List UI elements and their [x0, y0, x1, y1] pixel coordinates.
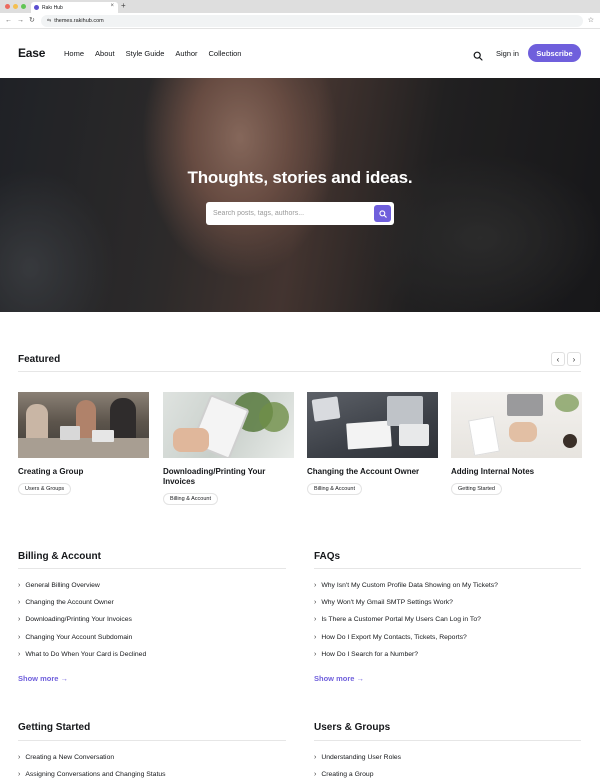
card-tag[interactable]: Users & Groups — [18, 483, 72, 495]
browser-tab[interactable]: Rakı Hub × — [31, 2, 118, 13]
featured-card[interactable]: Adding Internal Notes Getting Started — [451, 392, 582, 495]
users-groups-article-list: › Understanding User Roles › Creating a Gr… — [314, 754, 401, 780]
card-tag[interactable]: Billing & Account — [307, 483, 362, 495]
card-image[interactable] — [307, 392, 438, 458]
back-arrow-icon[interactable]: ← — [5, 16, 12, 26]
hero-section — [0, 78, 600, 312]
list-item[interactable]: › Changing Your Account Subdomain — [18, 634, 146, 651]
faqs-show-more-link[interactable]: Show more → — [314, 674, 364, 683]
chevron-right-icon: › — [314, 599, 317, 607]
address-bar[interactable]: ⇆ themes.rakihub.com — [41, 15, 583, 27]
nav-author[interactable]: Author — [175, 49, 197, 58]
card-image[interactable] — [163, 392, 294, 458]
hero-search-button[interactable] — [374, 205, 391, 222]
featured-divider — [18, 371, 581, 372]
list-item[interactable]: › What to Do When Your Card is Declined — [18, 651, 146, 668]
card-image[interactable] — [18, 392, 149, 458]
hero-background-image — [0, 78, 600, 312]
list-item[interactable]: › Assigning Conversations and Changing St… — [18, 771, 166, 780]
billing-divider — [18, 568, 286, 569]
list-item[interactable]: › Understanding User Roles — [314, 754, 401, 771]
card-title[interactable]: Creating a Group — [18, 467, 149, 477]
faqs-section-heading[interactable]: FAQs — [314, 551, 340, 562]
featured-card[interactable]: Changing the Account Owner Billing & Acc… — [307, 392, 438, 495]
window-controls — [5, 4, 26, 9]
list-item[interactable]: › Why Won't My Gmail SMTP Settings Work? — [314, 599, 498, 616]
new-tab-button[interactable]: + — [121, 1, 126, 11]
chevron-right-icon: › — [314, 633, 317, 641]
reload-icon[interactable]: ↻ — [29, 16, 35, 26]
maximize-window-button[interactable] — [21, 4, 26, 9]
faqs-divider — [314, 568, 581, 569]
chevron-right-icon: › — [314, 650, 317, 658]
chevron-right-icon: › — [18, 633, 21, 641]
featured-heading: Featured — [18, 354, 61, 365]
list-item[interactable]: › Creating a Group — [314, 771, 401, 780]
close-tab-icon[interactable]: × — [110, 3, 114, 9]
site-info-icon[interactable]: ⇆ — [47, 18, 51, 24]
main-nav: Home About Style Guide Author Collection — [64, 49, 241, 58]
chevron-right-icon: › — [18, 771, 21, 779]
search-icon — [378, 209, 387, 218]
site-favicon-icon — [34, 5, 39, 10]
chevron-right-icon: › — [314, 771, 317, 779]
featured-next-button[interactable]: › — [567, 352, 581, 366]
nav-about[interactable]: About — [95, 49, 115, 58]
sign-in-link[interactable]: Sign in — [496, 49, 519, 58]
getting-started-article-list: › Creating a New Conversation › Assigning … — [18, 754, 166, 780]
list-item[interactable]: › General Billing Overview — [18, 582, 146, 599]
url-text: themes.rakihub.com — [54, 18, 104, 24]
bookmark-star-icon[interactable]: ☆ — [588, 16, 594, 26]
forward-arrow-icon[interactable]: → — [17, 16, 24, 26]
chevron-right-icon: › — [314, 582, 317, 589]
chevron-right-icon: › — [18, 582, 21, 589]
site-logo[interactable]: Ease — [18, 46, 45, 60]
billing-show-more-link[interactable]: Show more → — [18, 674, 68, 683]
hero-search-box — [206, 202, 394, 225]
card-title[interactable]: Adding Internal Notes — [451, 467, 582, 477]
minimize-window-button[interactable] — [13, 4, 18, 9]
chevron-right-icon: › — [314, 754, 317, 761]
card-tag[interactable]: Getting Started — [451, 483, 502, 495]
list-item[interactable]: › Is There a Customer Portal My Users Can… — [314, 616, 498, 633]
users-groups-divider — [314, 740, 581, 741]
list-item[interactable]: › How Do I Export My Contacts, Tickets, R… — [314, 634, 498, 651]
card-image[interactable] — [451, 392, 582, 458]
users-groups-section-heading[interactable]: Users & Groups — [314, 722, 390, 733]
list-item[interactable]: › Why Isn't My Custom Profile Data Showin… — [314, 582, 498, 599]
getting-started-section-heading[interactable]: Getting Started — [18, 722, 90, 733]
browser-tab-bar: Rakı Hub × + — [0, 0, 600, 13]
card-tag[interactable]: Billing & Account — [163, 493, 218, 505]
browser-toolbar: ← → ↻ ⇆ themes.rakihub.com ☆ — [0, 13, 600, 29]
site-header: Ease Home About Style Guide Author Colle… — [0, 29, 600, 78]
chevron-right-icon: › — [18, 650, 21, 658]
subscribe-button[interactable]: Subscribe — [528, 44, 581, 62]
nav-collection[interactable]: Collection — [209, 49, 242, 58]
card-title[interactable]: Changing the Account Owner — [307, 467, 438, 477]
chevron-right-icon: › — [314, 616, 317, 624]
list-item[interactable]: › Downloading/Printing Your Invoices — [18, 616, 146, 633]
list-item[interactable]: › Creating a New Conversation — [18, 754, 166, 771]
billing-section-heading[interactable]: Billing & Account — [18, 551, 101, 562]
card-title[interactable]: Downloading/Printing Your Invoices — [163, 467, 294, 487]
chevron-right-icon: › — [18, 754, 21, 761]
billing-article-list: › General Billing Overview › Changing the … — [18, 582, 146, 668]
search-icon[interactable] — [473, 48, 483, 61]
getting-started-divider — [18, 740, 286, 741]
hero-title: Thoughts, stories and ideas. — [187, 168, 413, 187]
hero-search-input[interactable] — [206, 202, 370, 225]
nav-style-guide[interactable]: Style Guide — [126, 49, 165, 58]
list-item[interactable]: › Changing the Account Owner — [18, 599, 146, 616]
faqs-article-list: › Why Isn't My Custom Profile Data Showin… — [314, 582, 498, 668]
featured-card[interactable]: Downloading/Printing Your Invoices Billi… — [163, 392, 294, 505]
featured-prev-button[interactable]: ‹ — [551, 352, 565, 366]
chevron-right-icon: › — [18, 616, 21, 624]
close-window-button[interactable] — [5, 4, 10, 9]
tab-title: Rakı Hub — [42, 4, 63, 11]
list-item[interactable]: › How Do I Search for a Number? — [314, 651, 498, 668]
nav-home[interactable]: Home — [64, 49, 84, 58]
featured-card[interactable]: Creating a Group Users & Groups — [18, 392, 149, 495]
chevron-right-icon: › — [18, 599, 21, 607]
